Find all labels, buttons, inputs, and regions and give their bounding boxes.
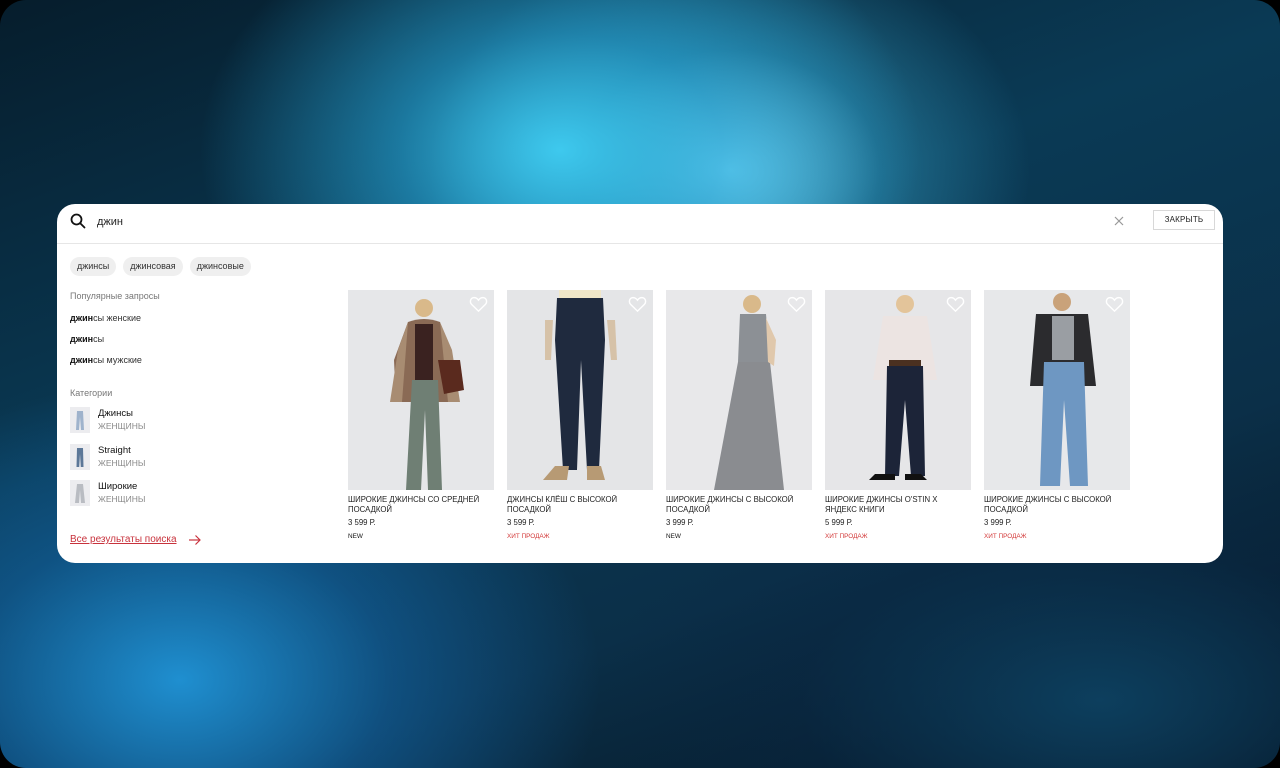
product-badge: ХИТ ПРОДАЖ (507, 533, 550, 540)
query-rest: сы женские (93, 313, 141, 323)
heart-icon[interactable] (1105, 296, 1124, 313)
heart-icon[interactable] (469, 296, 488, 313)
popular-query-item[interactable]: джинсы (70, 334, 142, 355)
search-input[interactable] (97, 213, 497, 231)
arrow-right-icon[interactable] (188, 534, 202, 546)
product-badge: NEW (348, 533, 363, 540)
product-badge: NEW (666, 533, 681, 540)
product-card[interactable]: Широкие джинсы с высокой посадкой 3 999 … (984, 290, 1130, 540)
category-thumbnail (70, 480, 90, 506)
product-photo (348, 290, 494, 490)
product-name[interactable]: Широкие джинсы со средней посадкой (348, 495, 494, 515)
popular-query-item[interactable]: джинсы женские (70, 313, 142, 334)
product-price: 5 999 Р. (825, 518, 853, 527)
product-badge: ХИТ ПРОДАЖ (984, 533, 1027, 540)
popular-queries-title: Популярные запросы (70, 291, 160, 301)
product-photo (507, 290, 653, 490)
product-price: 3 999 Р. (666, 518, 694, 527)
product-name[interactable]: Джинсы клёш с высокой посадкой (507, 495, 653, 515)
product-name[interactable]: Широкие джинсы с высокой посадкой (666, 495, 812, 515)
product-price: 3 999 Р. (984, 518, 1012, 527)
product-card[interactable]: Джинсы клёш с высокой посадкой 3 599 Р. … (507, 290, 653, 540)
category-gender: ЖЕНЩИНЫ (98, 494, 146, 504)
category-thumbnail (70, 407, 90, 433)
product-price: 3 599 Р. (507, 518, 535, 527)
product-badge: ХИТ ПРОДАЖ (825, 533, 868, 540)
product-list: Широкие джинсы со средней посадкой 3 599… (348, 290, 1130, 540)
category-name: Straight (98, 444, 131, 456)
suggestion-chip[interactable]: джинсы (70, 257, 117, 276)
product-photo (984, 290, 1130, 490)
close-button[interactable]: ЗАКРЫТЬ (1153, 210, 1215, 230)
popular-queries-list: джинсы женские джинсы джинсы мужские (70, 313, 142, 376)
search-panel: ЗАКРЫТЬ джинсы джинсовая джинсовые Попул… (57, 204, 1223, 563)
query-rest: сы мужские (93, 355, 142, 365)
category-gender: ЖЕНЩИНЫ (98, 421, 146, 431)
product-card[interactable]: Широкие джинсы со средней посадкой 3 599… (348, 290, 494, 540)
background: ЗАКРЫТЬ джинсы джинсовая джинсовые Попул… (0, 0, 1280, 768)
popular-query-item[interactable]: джинсы мужские (70, 355, 142, 376)
suggestion-chip[interactable]: джинсовые (189, 257, 251, 276)
product-image[interactable] (666, 290, 812, 490)
product-image[interactable] (825, 290, 971, 490)
category-name: Джинсы (98, 408, 133, 419)
heart-icon[interactable] (628, 296, 647, 313)
product-name[interactable]: Широкие джинсы O'STIN x Яндекс Книги (825, 495, 971, 515)
product-image[interactable] (348, 290, 494, 490)
heart-icon[interactable] (946, 296, 965, 313)
product-name[interactable]: Широкие джинсы с высокой посадкой (984, 495, 1130, 515)
query-match: джин (70, 313, 94, 323)
query-rest: сы (93, 334, 105, 344)
categories-title: Категории (70, 388, 113, 398)
suggestion-chip[interactable]: джинсовая (123, 257, 183, 276)
clear-icon[interactable] (1112, 214, 1126, 228)
product-price: 3 599 Р. (348, 518, 376, 527)
category-thumbnail (70, 443, 90, 470)
product-image[interactable] (984, 290, 1130, 490)
search-bar: ЗАКРЫТЬ (57, 204, 1223, 244)
search-icon[interactable] (70, 213, 86, 229)
suggestion-chips: джинсы джинсовая джинсовые (70, 257, 251, 276)
product-photo (825, 290, 971, 490)
product-card[interactable]: Широкие джинсы с высокой посадкой 3 999 … (666, 290, 812, 540)
product-photo (666, 290, 812, 490)
category-name: Широкие (98, 481, 138, 492)
product-card[interactable]: Широкие джинсы O'STIN x Яндекс Книги 5 9… (825, 290, 971, 540)
product-image[interactable] (507, 290, 653, 490)
all-results-link[interactable]: Все результаты поиска (70, 534, 177, 545)
category-gender: ЖЕНЩИНЫ (98, 457, 146, 468)
query-match: джин (70, 334, 94, 344)
heart-icon[interactable] (787, 296, 806, 313)
query-match: джин (70, 355, 94, 365)
